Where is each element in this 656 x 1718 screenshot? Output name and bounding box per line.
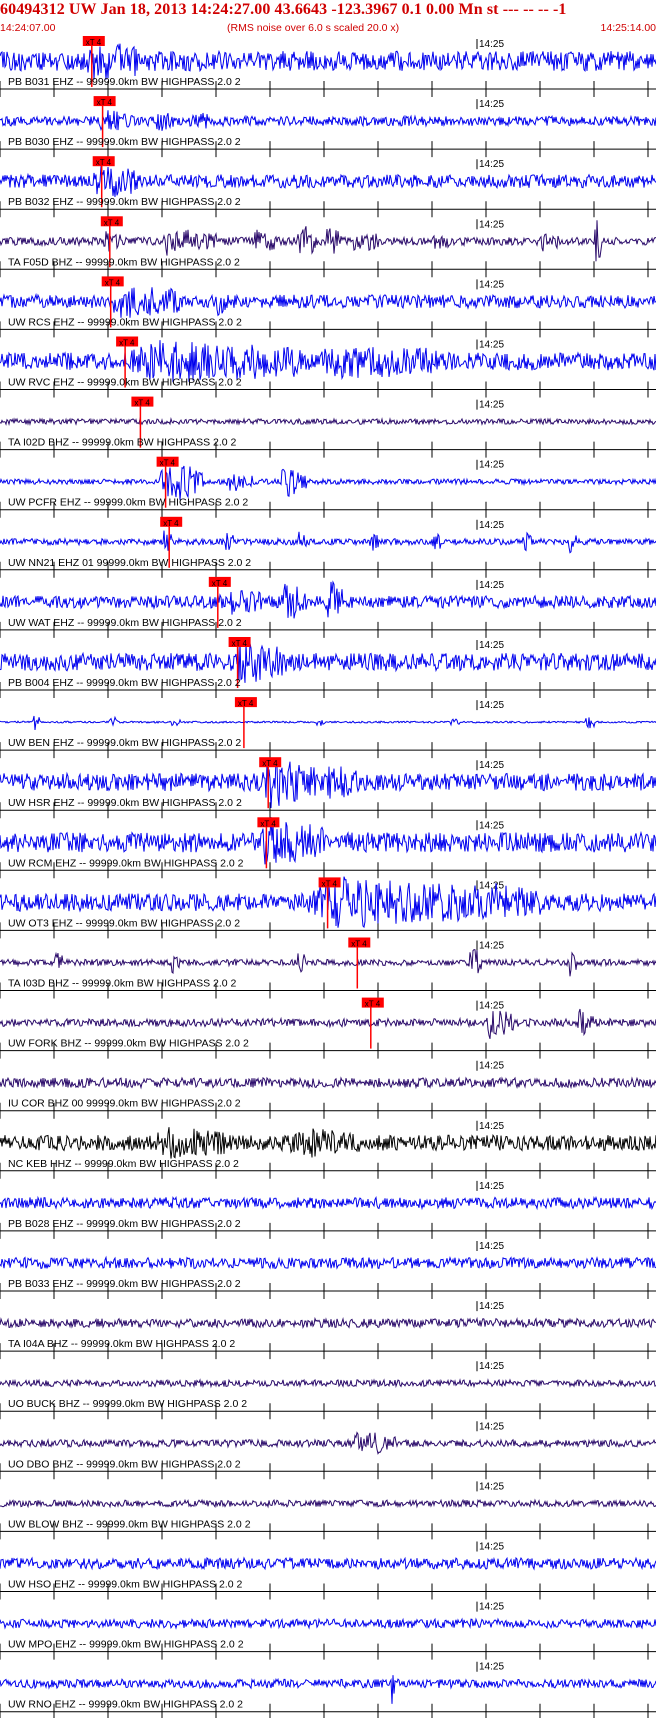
station-label: PB B033 EHZ -- 99999.0km BW HIGHPASS 2.0… [8,1278,241,1290]
pick-label: xT 4 [97,98,113,107]
station-label: UW PCFR EHZ -- 99999.0km BW HIGHPASS 2.0… [8,497,248,509]
station-label: IU COR BHZ 00 99999.0km BW HIGHPASS 2.0 … [8,1098,241,1110]
station-label: UW WAT EHZ -- 99999.0km BW HIGHPASS 2.0 … [8,617,242,629]
pick-label: xT 4 [262,759,278,768]
station-label: UW RCS EHZ -- 99999.0km BW HIGHPASS 2.0 … [8,316,242,328]
minute-label: 14:25 [479,1602,504,1613]
minute-label: 14:25 [479,941,504,952]
station-label: TA I03D BHZ -- 99999.0km BW HIGHPASS 2.0… [8,978,237,990]
waveform [0,1617,656,1630]
waveform [0,1255,656,1270]
minute-label: 14:25 [479,1121,504,1132]
pick-label: xT 4 [86,38,102,47]
waveform [0,1498,656,1509]
station-label: UW RVC EHZ -- 99999.0km BW HIGHPASS 2.0 … [8,377,242,389]
waveform [0,110,656,131]
waveform [0,166,656,197]
waveform [0,1316,656,1330]
minute-label: 14:25 [479,1301,504,1312]
station-label: PB B032 EHZ -- 99999.0km BW HIGHPASS 2.0… [8,196,241,208]
minute-label: 14:25 [479,1361,504,1372]
waveform [0,220,656,262]
station-label: PB B004 EHZ -- 99999.0km BW HIGHPASS 2.0… [8,677,241,689]
pick-label: xT 4 [212,579,228,588]
pick-label: xT 4 [365,1000,381,1009]
waveform [0,1556,656,1571]
station-label: TA I02D BHZ -- 99999.0km BW HIGHPASS 2.0… [8,437,237,449]
pick-label: xT 4 [104,218,120,227]
minute-label: 14:25 [479,640,504,651]
waveform [0,417,656,427]
station-label: PB B031 EHZ -- 99999.0km BW HIGHPASS 2.0… [8,76,241,88]
waveform [0,1378,656,1389]
minute-label: 14:25 [479,580,504,591]
pick-label: xT 4 [260,819,276,828]
waveform [0,1076,656,1090]
waveform [0,1431,656,1455]
minute-label: 14:25 [479,219,504,230]
station-label: TA I04A BHZ -- 99999.0km BW HIGHPASS 2.0… [8,1338,235,1350]
station-label: UW RNO EHZ -- 99999.0km BW HIGHPASS 2.0 … [8,1699,243,1711]
station-label: PB B028 EHZ -- 99999.0km BW HIGHPASS 2.0… [8,1218,241,1230]
waveform [0,949,656,977]
minute-label: 14:25 [479,340,504,351]
pick-label: xT 4 [119,339,135,348]
minute-label: 14:25 [479,99,504,110]
station-label: UW HSO EHZ -- 99999.0km BW HIGHPASS 2.0 … [8,1579,243,1591]
station-label: PB B030 EHZ -- 99999.0km BW HIGHPASS 2.0… [8,136,241,148]
minute-label: 14:25 [479,700,504,711]
waveform [0,1008,656,1040]
pick-label: xT 4 [96,158,112,167]
waveform [0,715,656,731]
station-label: UW RCM EHZ -- 99999.0km BW HIGHPASS 2.0 … [8,857,244,869]
minute-label: 14:25 [479,39,504,50]
waveform [0,1195,656,1211]
minute-label: 14:25 [479,400,504,411]
minute-label: 14:25 [479,520,504,531]
minute-label: 14:25 [479,159,504,170]
pick-label: xT 4 [163,519,179,528]
pick-label: xT 4 [134,399,150,408]
station-label: UW MPO EHZ -- 99999.0km BW HIGHPASS 2.0 … [8,1639,244,1651]
waveform [0,580,656,619]
minute-label: 14:25 [479,279,504,290]
minute-label: 14:25 [479,1061,504,1072]
pick-label: xT 4 [232,639,248,648]
minute-label: 14:25 [479,460,504,471]
minute-label: 14:25 [479,1001,504,1012]
station-label: TA F05D BHZ -- 99999.0km BW HIGHPASS 2.0… [8,256,240,268]
station-label: UW OT3 EHZ -- 99999.0km BW HIGHPASS 2.0 … [8,917,240,929]
station-label: UW BEN EHZ -- 99999.0km BW HIGHPASS 2.0 … [8,737,241,749]
minute-label: 14:25 [479,1241,504,1252]
minute-label: 14:25 [479,1481,504,1492]
station-label: UO DBO BHZ -- 99999.0km BW HIGHPASS 2.0 … [8,1458,241,1470]
minute-label: 14:25 [479,1181,504,1192]
minute-label: 14:25 [479,760,504,771]
pick-label: xT 4 [322,879,338,888]
minute-label: 14:25 [479,1542,504,1553]
minute-label: 14:25 [479,1421,504,1432]
station-label: UW FORK BHZ -- 99999.0km BW HIGHPASS 2.0… [8,1038,249,1050]
waveform [0,287,656,318]
minute-label: 14:25 [479,1662,504,1673]
waveform [0,43,656,80]
seismogram-plot: 14:25 xT 4 PB B031 EHZ -- 99999.0km BW HIG… [0,36,656,1718]
pick-label: xT 4 [238,699,254,708]
station-label: UW BLOW BHZ -- 99999.0km BW HIGHPASS 2.0… [8,1518,251,1530]
station-label: NC KEB HHZ -- 99999.0km BW HIGHPASS 2.0 … [8,1158,239,1170]
station-label: UO BUCK BHZ -- 99999.0km BW HIGHPASS 2.0… [8,1398,247,1410]
pick-label: xT 4 [351,940,367,949]
pick-label: xT 4 [160,459,176,468]
waveform [0,1127,656,1159]
waveform [0,530,656,554]
station-label: UW NN21 EHZ 01 99999.0km BW HIGHPASS 2.0… [8,557,251,569]
station-label: UW HSR EHZ -- 99999.0km BW HIGHPASS 2.0 … [8,797,242,809]
pick-label: xT 4 [105,278,121,287]
minute-label: 14:25 [479,820,504,831]
waveform [0,465,656,500]
